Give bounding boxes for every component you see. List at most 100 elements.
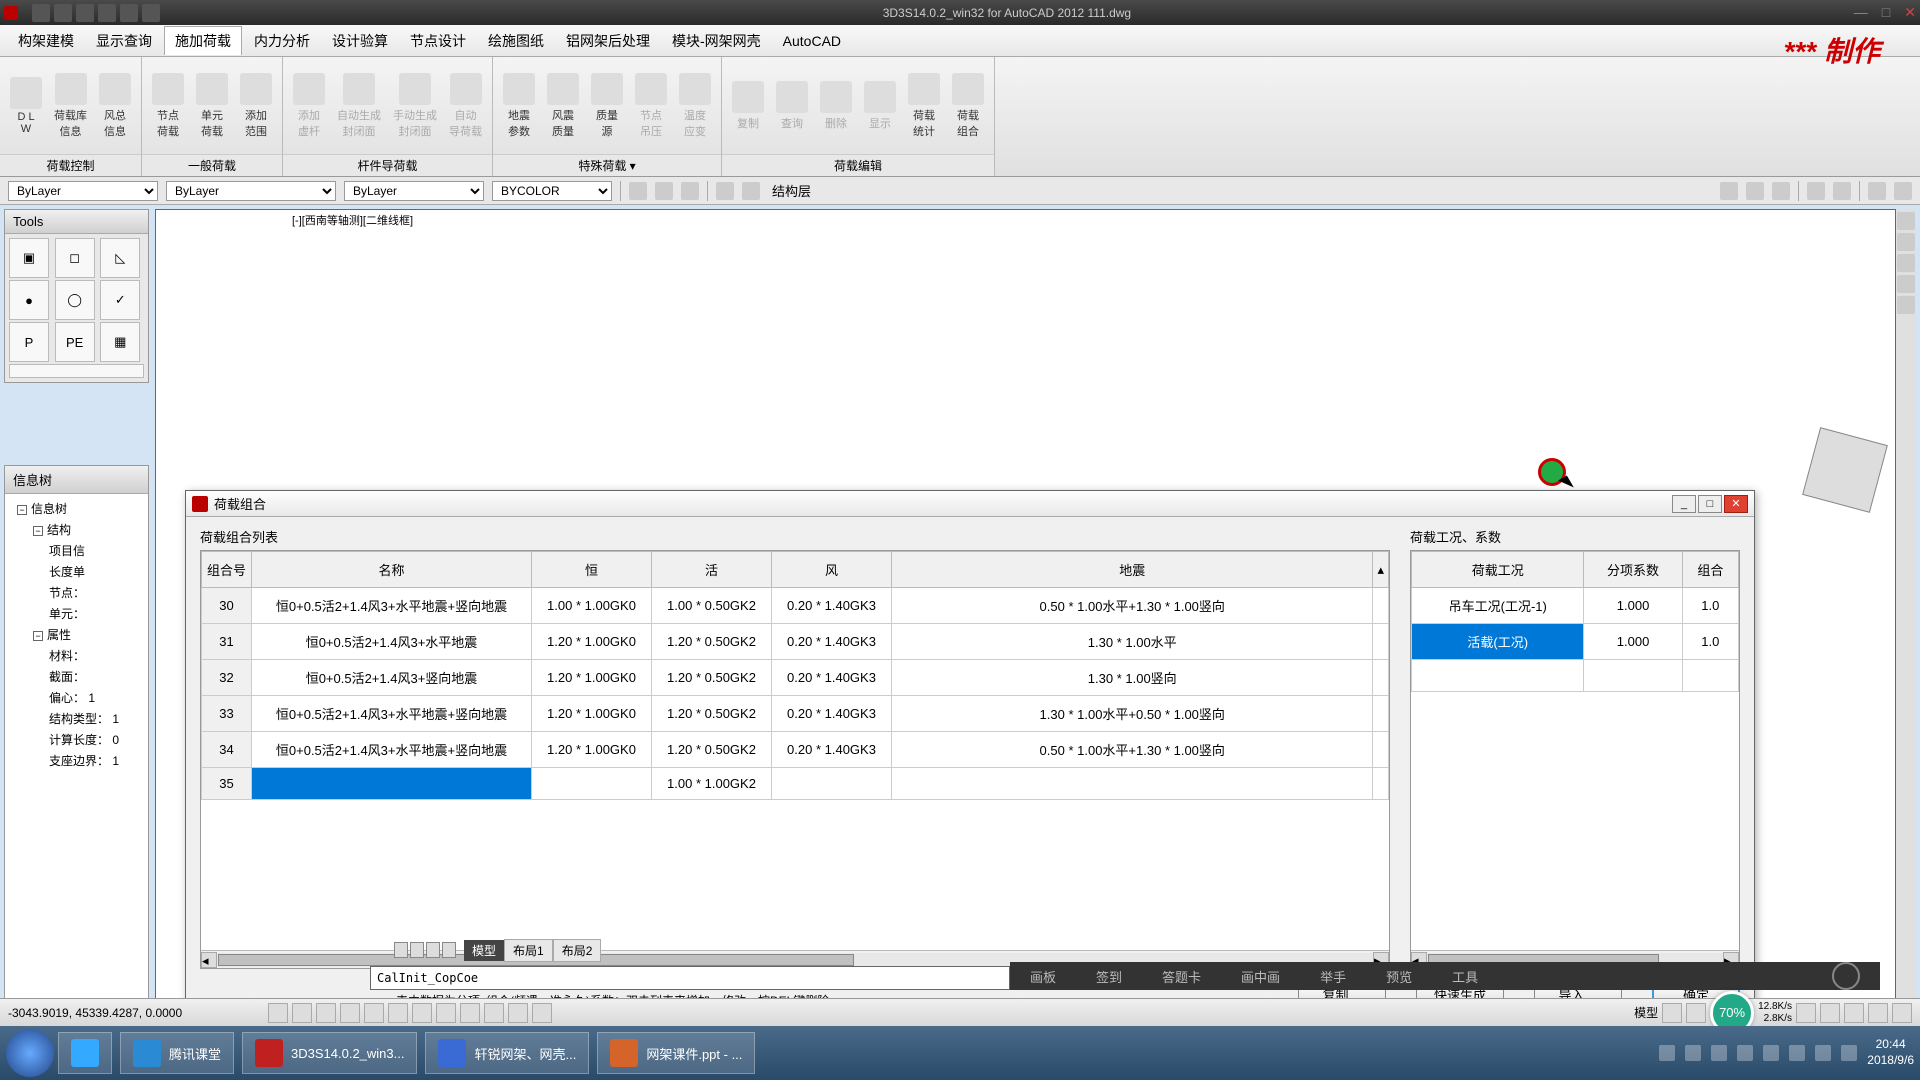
table-row[interactable]: 33恒0+0.5活2+1.4风3+水平地震+竖向地震1.20 * 1.00GK0…: [202, 696, 1389, 732]
menu-9[interactable]: AutoCAD: [773, 29, 851, 53]
study-item[interactable]: 画中画: [1241, 967, 1280, 986]
tool-check-icon[interactable]: ✓: [100, 280, 140, 320]
table-row[interactable]: 吊车工况(工况-1)1.0001.0: [1412, 588, 1739, 624]
ribbon-btn[interactable]: 质量源: [585, 69, 629, 143]
ribbon-btn[interactable]: 风总信息: [93, 69, 137, 143]
layer-lock-icon[interactable]: [716, 182, 734, 200]
tab-model[interactable]: 模型: [464, 940, 504, 961]
sc-icon[interactable]: [508, 1003, 528, 1023]
snap-icon[interactable]: [268, 1003, 288, 1023]
tool-p-icon[interactable]: P: [9, 322, 49, 362]
tool-cube-icon[interactable]: ▣: [9, 238, 49, 278]
ribbon-btn[interactable]: 查询: [770, 77, 814, 135]
menu-1[interactable]: 显示查询: [86, 27, 162, 55]
pan-icon[interactable]: [1897, 233, 1915, 251]
tray-sync-icon[interactable]: [1737, 1045, 1753, 1061]
tray-wifi-icon[interactable]: [1815, 1045, 1831, 1061]
power-icon[interactable]: [1832, 962, 1860, 990]
orbit-icon[interactable]: [1897, 275, 1915, 293]
otrack-icon[interactable]: [388, 1003, 408, 1023]
minimize-button[interactable]: —: [1854, 4, 1868, 21]
dialog-maximize-button[interactable]: □: [1698, 495, 1722, 513]
qp-icon[interactable]: [484, 1003, 504, 1023]
area-icon[interactable]: [1894, 182, 1912, 200]
tab-first-icon[interactable]: [394, 942, 408, 958]
taskbar-item[interactable]: 3D3S14.0.2_win3...: [242, 1032, 417, 1074]
tool-grid-icon[interactable]: ▦: [100, 322, 140, 362]
qat-new-icon[interactable]: [32, 4, 50, 22]
layer-prev-icon[interactable]: [1746, 182, 1764, 200]
tab-layout2[interactable]: 布局2: [553, 939, 602, 962]
layer-select[interactable]: ByLayer: [8, 181, 158, 201]
menu-8[interactable]: 模块-网架网壳: [662, 27, 771, 55]
taskbar-item[interactable]: 轩锐网架、网壳...: [425, 1032, 589, 1074]
menu-4[interactable]: 设计验算: [322, 27, 398, 55]
status-r5-icon[interactable]: [1844, 1003, 1864, 1023]
table-row[interactable]: 351.00 * 1.00GK2: [202, 768, 1389, 800]
layer-state-icon[interactable]: [655, 182, 673, 200]
ribbon-btn[interactable]: 复制: [726, 77, 770, 135]
ribbon-btn[interactable]: 荷载组合: [946, 69, 990, 143]
ribbon-btn[interactable]: D LW: [4, 73, 48, 139]
color-select[interactable]: BYCOLOR: [492, 181, 612, 201]
dialog-close-button[interactable]: ✕: [1724, 495, 1748, 513]
lwt-icon[interactable]: [460, 1003, 480, 1023]
info-tree[interactable]: −信息树 −结构 项目信 长度单 节点： 单元： −属性 材料： 截面： 偏心：…: [5, 494, 148, 775]
hscroll-left-button[interactable]: ◂: [201, 952, 217, 968]
status-r2-icon[interactable]: [1686, 1003, 1706, 1023]
dialog-minimize-button[interactable]: _: [1672, 495, 1696, 513]
start-button[interactable]: [6, 1029, 54, 1077]
close-button[interactable]: ✕: [1904, 4, 1916, 21]
ribbon-btn[interactable]: 荷载库信息: [48, 69, 93, 143]
ribbon-btn[interactable]: 节点吊压: [629, 69, 673, 143]
tool-box-icon[interactable]: ◻: [55, 238, 95, 278]
model-space-button[interactable]: 模型: [1634, 1004, 1658, 1021]
tray-shield-icon[interactable]: [1711, 1045, 1727, 1061]
grid-icon[interactable]: [292, 1003, 312, 1023]
status-r3-icon[interactable]: [1796, 1003, 1816, 1023]
tool-ellipse-icon[interactable]: ◯: [55, 280, 95, 320]
nav-wheel-icon[interactable]: [1897, 212, 1915, 230]
ribbon-btn[interactable]: 温度应变: [673, 69, 717, 143]
layer-freeze-icon[interactable]: [681, 182, 699, 200]
tray-clock[interactable]: 20:442018/9/6: [1867, 1037, 1914, 1068]
dyn-icon[interactable]: [436, 1003, 456, 1023]
ribbon-btn[interactable]: 添加范围: [234, 69, 278, 143]
qat-print-icon[interactable]: [142, 4, 160, 22]
tab-layout1[interactable]: 布局1: [504, 939, 553, 962]
tool-rect-icon[interactable]: [9, 364, 144, 378]
command-line[interactable]: CalInit_CopCoe: [370, 966, 1010, 990]
tool-wedge-icon[interactable]: ◺: [100, 238, 140, 278]
menu-3[interactable]: 内力分析: [244, 27, 320, 55]
ribbon-btn[interactable]: 荷载统计: [902, 69, 946, 143]
ribbon-btn[interactable]: 单元荷载: [190, 69, 234, 143]
qat-undo-icon[interactable]: [98, 4, 116, 22]
showmotion-icon[interactable]: [1897, 296, 1915, 314]
ducs-icon[interactable]: [412, 1003, 432, 1023]
study-item[interactable]: 工具: [1452, 967, 1478, 986]
am-icon[interactable]: [532, 1003, 552, 1023]
qat-save-icon[interactable]: [76, 4, 94, 22]
layer-iso-icon[interactable]: [1772, 182, 1790, 200]
menu-6[interactable]: 绘施图纸: [478, 27, 554, 55]
tray-mail-icon[interactable]: [1659, 1045, 1675, 1061]
study-item[interactable]: 签到: [1096, 967, 1122, 986]
ribbon-btn[interactable]: 自动导荷载: [443, 69, 488, 143]
taskbar-item[interactable]: 腾讯课堂: [120, 1032, 234, 1074]
table-row[interactable]: 31恒0+0.5活2+1.4风3+水平地震1.20 * 1.00GK01.20 …: [202, 624, 1389, 660]
ribbon-btn[interactable]: 添加虚杆: [287, 69, 331, 143]
table-row[interactable]: 活载(工况)1.0001.0: [1412, 624, 1739, 660]
insert-icon[interactable]: [1833, 182, 1851, 200]
zoom-icon[interactable]: [1897, 254, 1915, 272]
status-r1-icon[interactable]: [1662, 1003, 1682, 1023]
loadcase-grid[interactable]: 荷载工况分项系数组合吊车工况(工况-1)1.0001.0活载(工况)1.0001…: [1410, 550, 1740, 969]
status-r4-icon[interactable]: [1820, 1003, 1840, 1023]
tab-last-icon[interactable]: [442, 942, 456, 958]
table-row[interactable]: 34恒0+0.5活2+1.4风3+水平地震+竖向地震1.20 * 1.00GK0…: [202, 732, 1389, 768]
tray-flag-icon[interactable]: [1685, 1045, 1701, 1061]
study-item[interactable]: 举手: [1320, 967, 1346, 986]
status-r6-icon[interactable]: [1868, 1003, 1888, 1023]
table-row[interactable]: 32恒0+0.5活2+1.4风3+竖向地震1.20 * 1.00GK01.20 …: [202, 660, 1389, 696]
menu-5[interactable]: 节点设计: [400, 27, 476, 55]
linetype-select[interactable]: ByLayer: [166, 181, 336, 201]
